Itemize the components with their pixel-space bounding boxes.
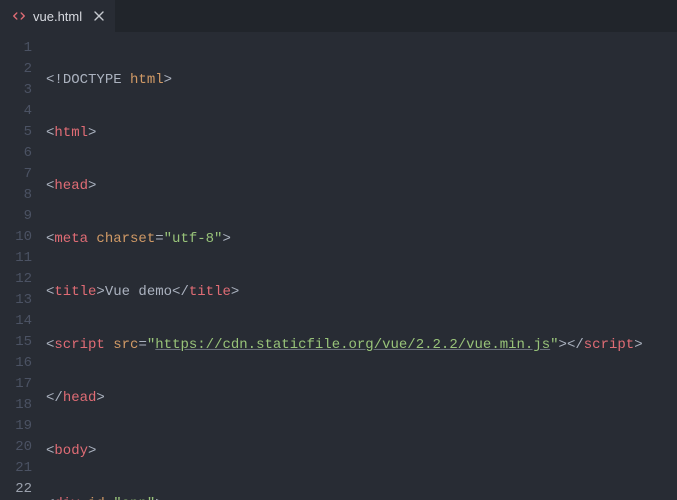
line-number: 13 bbox=[0, 290, 32, 311]
tag: meta bbox=[54, 231, 88, 247]
punct: > bbox=[96, 390, 104, 406]
file-tab[interactable]: vue.html bbox=[0, 0, 115, 32]
line-number: 2 bbox=[0, 59, 32, 80]
line-number: 21 bbox=[0, 458, 32, 479]
code-line[interactable]: </head> bbox=[46, 388, 677, 409]
code-line[interactable]: <title>Vue demo</title> bbox=[46, 282, 677, 303]
tab-filename: vue.html bbox=[33, 9, 82, 24]
code-line[interactable]: <div id="app"> bbox=[46, 494, 677, 500]
space bbox=[105, 337, 113, 353]
line-number: 6 bbox=[0, 143, 32, 164]
punct: > bbox=[164, 72, 172, 88]
line-number-gutter: 1 2 3 4 5 6 7 8 9 10 11 12 13 14 15 16 1… bbox=[0, 38, 46, 500]
code-line[interactable]: <body> bbox=[46, 441, 677, 462]
code-area[interactable]: <!DOCTYPE html> <html> <head> <meta char… bbox=[46, 38, 677, 500]
code-line[interactable]: <script src="https://cdn.staticfile.org/… bbox=[46, 335, 677, 356]
tag: body bbox=[54, 443, 88, 459]
tag: script bbox=[54, 337, 104, 353]
line-number: 22 bbox=[0, 479, 32, 500]
line-number: 20 bbox=[0, 437, 32, 458]
punct: <! bbox=[46, 72, 63, 88]
attr: src bbox=[113, 337, 138, 353]
tag: head bbox=[63, 390, 97, 406]
attr: html bbox=[130, 72, 164, 88]
code-line[interactable]: <head> bbox=[46, 176, 677, 197]
tab-bar: vue.html bbox=[0, 0, 677, 32]
line-number: 4 bbox=[0, 101, 32, 122]
tag: title bbox=[54, 284, 96, 300]
tag: script bbox=[584, 337, 634, 353]
line-number: 19 bbox=[0, 416, 32, 437]
punct: </ bbox=[172, 284, 189, 300]
line-number: 12 bbox=[0, 269, 32, 290]
string: " bbox=[550, 337, 558, 353]
punct: > bbox=[634, 337, 642, 353]
punct: = bbox=[155, 231, 163, 247]
line-number: 10 bbox=[0, 227, 32, 248]
url: https://cdn.staticfile.org/vue/2.2.2/vue… bbox=[155, 337, 550, 353]
code-line[interactable]: <meta charset="utf-8"> bbox=[46, 229, 677, 250]
close-icon[interactable] bbox=[93, 10, 105, 22]
code-line[interactable]: <!DOCTYPE html> bbox=[46, 70, 677, 91]
punct: > bbox=[222, 231, 230, 247]
line-number: 14 bbox=[0, 311, 32, 332]
line-number: 7 bbox=[0, 164, 32, 185]
punct: = bbox=[105, 496, 113, 500]
line-number: 16 bbox=[0, 353, 32, 374]
punct: </ bbox=[46, 390, 63, 406]
string: " bbox=[147, 337, 155, 353]
punct: > bbox=[231, 284, 239, 300]
punct: </ bbox=[567, 337, 584, 353]
line-number: 11 bbox=[0, 248, 32, 269]
string: "app" bbox=[113, 496, 155, 500]
punct: = bbox=[138, 337, 146, 353]
punct: > bbox=[88, 178, 96, 194]
code-line[interactable]: <html> bbox=[46, 123, 677, 144]
line-number: 18 bbox=[0, 395, 32, 416]
tag: div bbox=[54, 496, 79, 500]
text: Vue demo bbox=[105, 284, 172, 300]
editor[interactable]: 1 2 3 4 5 6 7 8 9 10 11 12 13 14 15 16 1… bbox=[0, 32, 677, 500]
line-number: 1 bbox=[0, 38, 32, 59]
line-number: 5 bbox=[0, 122, 32, 143]
string: "utf-8" bbox=[164, 231, 223, 247]
attr: charset bbox=[96, 231, 155, 247]
line-number: 15 bbox=[0, 332, 32, 353]
tag: head bbox=[54, 178, 88, 194]
code-file-icon bbox=[12, 9, 26, 23]
punct: > bbox=[88, 443, 96, 459]
line-number: 8 bbox=[0, 185, 32, 206]
space bbox=[122, 72, 130, 88]
space bbox=[80, 496, 88, 500]
punct: > bbox=[155, 496, 163, 500]
punct: > bbox=[559, 337, 567, 353]
line-number: 3 bbox=[0, 80, 32, 101]
line-number: 9 bbox=[0, 206, 32, 227]
punct: > bbox=[96, 284, 104, 300]
tag: title bbox=[189, 284, 231, 300]
line-number: 17 bbox=[0, 374, 32, 395]
punct: > bbox=[88, 125, 96, 141]
tag: html bbox=[54, 125, 88, 141]
attr: id bbox=[88, 496, 105, 500]
doctype-keyword: DOCTYPE bbox=[63, 72, 122, 88]
